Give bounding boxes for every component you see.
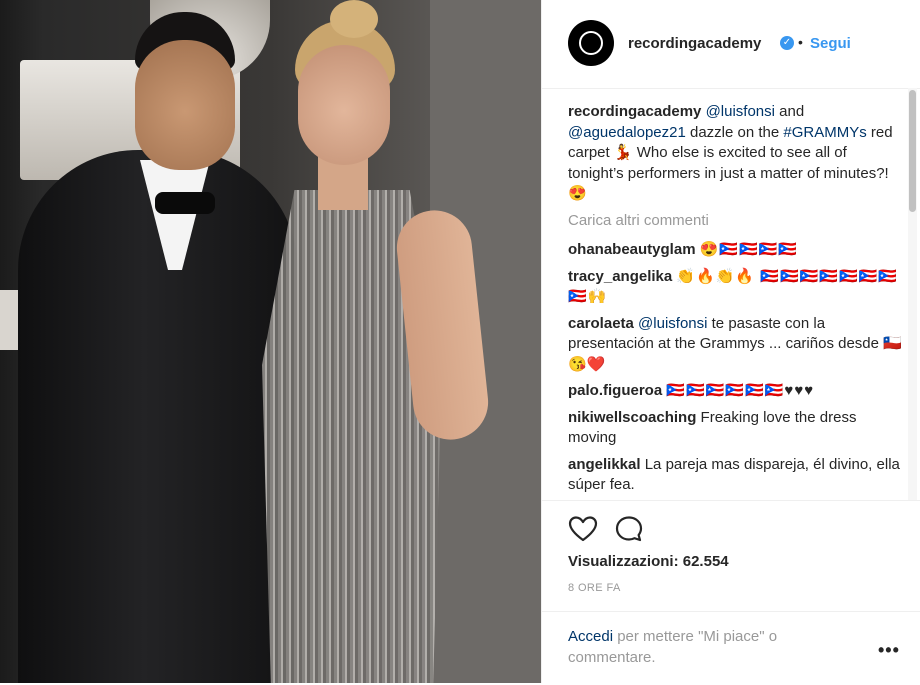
login-prompt-text: Accedi per mettere "Mi piace" o commenta…	[568, 626, 828, 668]
comment-text: 😍🇵🇷🇵🇷🇵🇷🇵🇷	[699, 241, 799, 258]
caption-mention-aguedalopez21[interactable]: @aguedalopez21	[568, 124, 686, 141]
more-options-icon[interactable]: •••	[878, 640, 900, 661]
verified-badge-icon: ✓	[780, 36, 794, 50]
photo-man-head	[135, 40, 235, 170]
comment-item: palo.figueroa 🇵🇷🇵🇷🇵🇷🇵🇷🇵🇷🇵🇷♥♥♥	[568, 381, 903, 402]
comment-username[interactable]: palo.figueroa	[568, 382, 662, 399]
comment-item: tracy_angelika 👏🔥👏🔥 🇵🇷🇵🇷🇵🇷🇵🇷🇵🇷🇵🇷🇵🇷🇵🇷🙌	[568, 267, 903, 308]
comment-item: ohanabeautyglam 😍🇵🇷🇵🇷🇵🇷🇵🇷	[568, 240, 903, 261]
post-photo[interactable]	[0, 0, 541, 683]
caption-text-part2: dazzle on the	[685, 123, 784, 141]
comment-username[interactable]: ohanabeautyglam	[568, 241, 696, 258]
post-header: recordingacademy ✓ • Segui	[542, 0, 920, 89]
caption-username[interactable]: recordingacademy	[568, 103, 701, 120]
photo-woman-hair-bun	[330, 0, 378, 38]
comments-scrollbar[interactable]	[908, 88, 917, 500]
recording-academy-logo-icon	[579, 31, 603, 55]
comment-username[interactable]: tracy_angelika	[568, 268, 672, 285]
login-prompt: Accedi per mettere "Mi piace" o commenta…	[542, 611, 920, 685]
comments-list[interactable]: recordingacademy @luisfonsi and @aguedal…	[568, 102, 903, 500]
comment-username[interactable]: carolaeta	[568, 315, 634, 332]
photo-woman-head	[298, 45, 390, 165]
comment-text: 🇵🇷🇵🇷🇵🇷🇵🇷🇵🇷🇵🇷♥♥♥	[666, 382, 815, 399]
comment-icon[interactable]	[614, 515, 644, 543]
login-link[interactable]: Accedi	[568, 628, 613, 645]
photo-man-bowtie	[155, 192, 215, 214]
comment-item: nikiwellscoaching Freaking love the dres…	[568, 408, 903, 449]
scrollbar-thumb[interactable]	[909, 90, 916, 212]
load-more-comments-button[interactable]: Carica altri commenti	[568, 211, 903, 232]
caption-hashtag-grammys[interactable]: #GRAMMYs	[783, 124, 866, 141]
comment-item: angelikkal La pareja mas dispareja, él d…	[568, 455, 903, 496]
caption-text-part1: and	[774, 103, 805, 120]
avatar[interactable]	[568, 20, 614, 66]
instagram-post-view: recordingacademy ✓ • Segui recordingacad…	[0, 0, 920, 683]
comment-username[interactable]: angelikkal	[568, 456, 641, 473]
view-count: Visualizzazioni: 62.554	[568, 553, 729, 570]
post-caption: recordingacademy @luisfonsi and @aguedal…	[568, 102, 903, 205]
header-username[interactable]: recordingacademy	[628, 35, 761, 52]
post-side-panel: recordingacademy ✓ • Segui recordingacad…	[541, 0, 920, 683]
heart-icon[interactable]	[568, 515, 598, 543]
comment-item: carolaeta @luisfonsi te pasaste con la p…	[568, 314, 903, 376]
post-timestamp[interactable]: 8 ORE FA	[568, 582, 621, 594]
caption-mention-luisfonsi[interactable]: @luisfonsi	[706, 103, 775, 120]
follow-button[interactable]: Segui	[810, 35, 851, 52]
comment-mention[interactable]: @luisfonsi	[638, 315, 707, 332]
comment-username[interactable]: nikiwellscoaching	[568, 409, 696, 426]
header-separator: •	[798, 34, 803, 50]
post-actions: Visualizzazioni: 62.554 8 ORE FA Accedi …	[542, 500, 920, 684]
